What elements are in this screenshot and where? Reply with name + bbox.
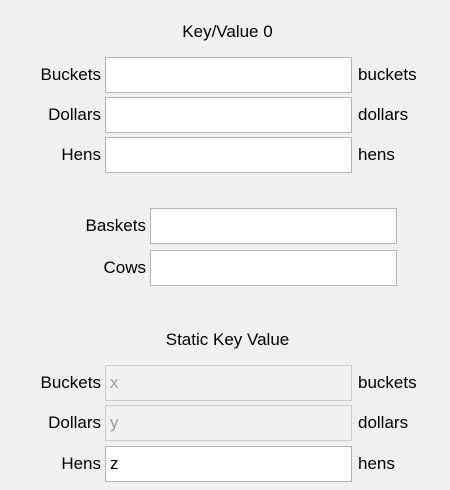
dollars-label: Dollars bbox=[48, 105, 101, 124]
cows-label: Cows bbox=[103, 258, 146, 277]
static-buckets-label: Buckets bbox=[40, 373, 101, 392]
static-dollars-label: Dollars bbox=[48, 413, 101, 432]
static-buckets-unit: buckets bbox=[358, 373, 417, 392]
static-dollars-unit: dollars bbox=[358, 413, 409, 432]
dollars-field[interactable] bbox=[105, 97, 352, 133]
static-hens-label: Hens bbox=[61, 454, 101, 473]
buckets-label: Buckets bbox=[40, 65, 101, 84]
static-hens-field[interactable]: z bbox=[105, 446, 352, 482]
baskets-field[interactable] bbox=[150, 208, 397, 244]
section-heading-key-value-0: Key/Value 0 bbox=[182, 22, 273, 41]
section-heading-static-key-value: Static Key Value bbox=[165, 330, 290, 349]
hens-unit: hens bbox=[358, 145, 395, 164]
buckets-field[interactable] bbox=[105, 57, 352, 93]
dollars-unit: dollars bbox=[358, 105, 409, 124]
hens-field[interactable] bbox=[105, 137, 352, 173]
static-dollars-field: y bbox=[105, 405, 352, 441]
cows-field[interactable] bbox=[150, 250, 397, 286]
static-hens-unit: hens bbox=[358, 454, 395, 473]
static-buckets-field: x bbox=[105, 365, 352, 401]
baskets-label: Baskets bbox=[85, 216, 146, 235]
hens-label: Hens bbox=[61, 145, 101, 164]
buckets-unit: buckets bbox=[358, 65, 417, 84]
